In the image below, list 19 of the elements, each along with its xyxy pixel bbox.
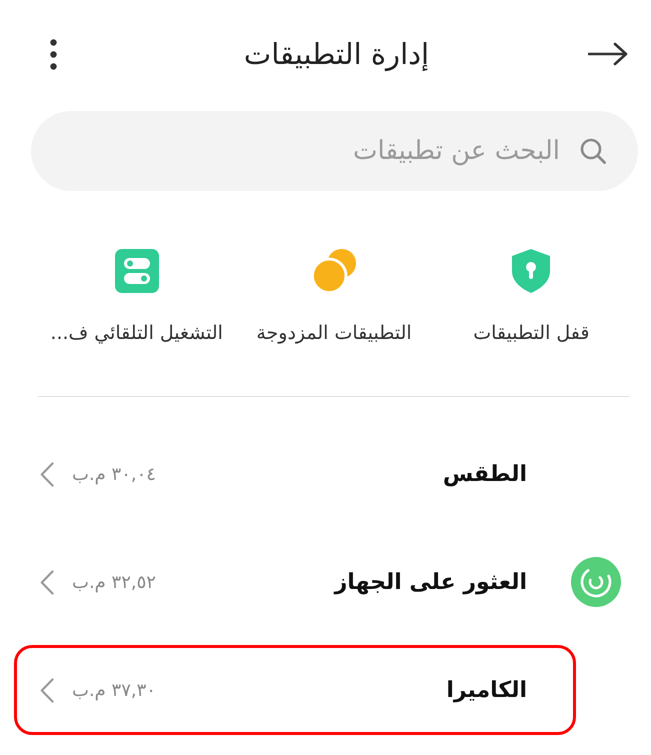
shortcut-button[interactable]: قفل التطبيقات (432, 248, 630, 348)
toggles-icon (114, 248, 159, 294)
app-name[interactable]: الطقس (442, 462, 527, 486)
shortcut-button[interactable]: التطبيقات المزدوجة (235, 248, 433, 348)
more-icon (50, 38, 56, 70)
screen-title: إدارة التطبيقات (242, 37, 430, 71)
shortcut-button[interactable]: التشغيل التلقائي ف... (38, 248, 236, 348)
app-name[interactable]: العثور على الجهاز (334, 570, 527, 594)
chevron-icon (40, 678, 54, 702)
app-size: ٣٧,٣٠ م.ب (72, 680, 156, 700)
chevron-icon (40, 570, 54, 594)
search-field[interactable]: البحث عن تطبيقات (31, 111, 638, 191)
arrow-icon (588, 42, 628, 66)
shield-keyhole-icon (511, 248, 552, 294)
chevron-icon (40, 462, 54, 486)
app-size: ٣٢,٥٢ م.ب (72, 572, 156, 592)
search-icon (580, 138, 606, 164)
app-name[interactable]: الكاميرا (446, 678, 527, 702)
app-size: ٣٠,٠٤ م.ب (72, 464, 156, 484)
